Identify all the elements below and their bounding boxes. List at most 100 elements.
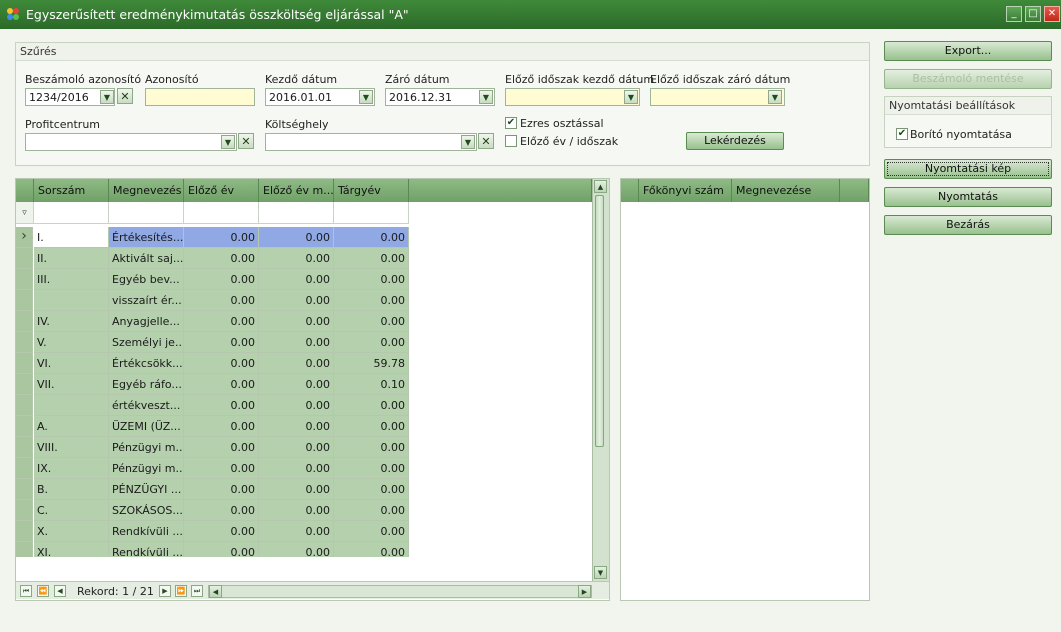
- cell-elozo-ev[interactable]: 0.00: [184, 227, 259, 248]
- row-selector[interactable]: [16, 311, 33, 332]
- chevron-down-icon[interactable]: ▼: [100, 90, 114, 104]
- vertical-scrollbar[interactable]: ▲ ▼: [592, 179, 609, 581]
- cell-elozo-ev[interactable]: 0.00: [184, 332, 259, 353]
- column-header-megnevezes[interactable]: Megnevezés: [109, 179, 184, 202]
- column-header-targyev[interactable]: Tárgyév: [334, 179, 409, 202]
- chevron-down-icon[interactable]: ▼: [461, 135, 475, 149]
- cell-sorszam[interactable]: III.: [34, 269, 109, 290]
- save-report-button[interactable]: Beszámoló mentése: [884, 69, 1052, 89]
- cell-elozo-ev[interactable]: 0.00: [184, 290, 259, 311]
- column-header-sorszam[interactable]: Sorszám: [34, 179, 109, 202]
- koltseghely-select[interactable]: [265, 133, 477, 151]
- cell-elozo-ev-m[interactable]: 0.00: [259, 290, 334, 311]
- cell-megnevezes[interactable]: Egyéb bev...: [109, 269, 184, 290]
- chevron-down-icon[interactable]: ▼: [624, 90, 638, 104]
- filter-cell-sorszam[interactable]: [34, 202, 109, 224]
- profitcentrum-select[interactable]: [25, 133, 237, 151]
- chevron-down-icon[interactable]: ▼: [479, 90, 493, 104]
- cell-targyev[interactable]: 0.00: [334, 227, 409, 248]
- cell-sorszam[interactable]: C.: [34, 500, 109, 521]
- filter-cell-elozo-ev-m[interactable]: [259, 202, 334, 224]
- cell-elozo-ev-m[interactable]: 0.00: [259, 374, 334, 395]
- row-selector[interactable]: [16, 290, 33, 311]
- ezres-checkbox[interactable]: ✔: [505, 117, 517, 129]
- cell-targyev[interactable]: 0.00: [334, 542, 409, 557]
- report-grid[interactable]: Sorszám Megnevezés Előző év Előző év m..…: [15, 178, 610, 601]
- cell-elozo-ev[interactable]: 0.00: [184, 521, 259, 542]
- print-preview-button[interactable]: Nyomtatási kép: [884, 159, 1052, 179]
- scroll-right-icon[interactable]: ▶: [578, 585, 591, 598]
- cell-sorszam[interactable]: VIII.: [34, 437, 109, 458]
- scroll-up-icon[interactable]: ▲: [594, 180, 607, 193]
- elozo-zaro-field[interactable]: [650, 88, 785, 106]
- table-row[interactable]: értékveszt... 0.00 0.00 0.00: [16, 395, 409, 416]
- detail-grid[interactable]: Főkönyvi szám Megnevezése: [620, 178, 870, 601]
- table-row[interactable]: VI. Értékcsökk... 0.00 0.00 59.78: [16, 353, 409, 374]
- cell-targyev[interactable]: 0.00: [334, 311, 409, 332]
- row-selector[interactable]: [16, 479, 33, 500]
- cell-sorszam[interactable]: I.: [34, 227, 109, 248]
- cell-megnevezes[interactable]: Személyi je...: [109, 332, 184, 353]
- column-header-elozo-ev[interactable]: Előző év: [184, 179, 259, 202]
- elozo-kezdo-field[interactable]: [505, 88, 640, 106]
- cell-targyev[interactable]: 0.00: [334, 395, 409, 416]
- cell-elozo-ev-m[interactable]: 0.00: [259, 248, 334, 269]
- clear-icon[interactable]: ✕: [238, 133, 254, 149]
- prev-page-icon[interactable]: ⏪: [37, 585, 49, 597]
- row-selector[interactable]: [16, 353, 33, 374]
- last-record-icon[interactable]: ⏭: [191, 585, 203, 597]
- cell-sorszam[interactable]: V.: [34, 332, 109, 353]
- cell-elozo-ev-m[interactable]: 0.00: [259, 542, 334, 557]
- cell-elozo-ev-m[interactable]: 0.00: [259, 500, 334, 521]
- column-header-elozo-ev-m[interactable]: Előző év m...: [259, 179, 334, 202]
- row-selector[interactable]: [16, 332, 33, 353]
- table-row[interactable]: X. Rendkívüli ... 0.00 0.00 0.00: [16, 521, 409, 542]
- row-selector[interactable]: [16, 458, 33, 479]
- cell-targyev[interactable]: 0.00: [334, 290, 409, 311]
- row-selector[interactable]: [16, 416, 33, 437]
- row-selector[interactable]: ›: [16, 227, 33, 248]
- cell-elozo-ev[interactable]: 0.00: [184, 353, 259, 374]
- scroll-down-icon[interactable]: ▼: [594, 566, 607, 579]
- clear-icon[interactable]: ✕: [478, 133, 494, 149]
- cell-sorszam[interactable]: IV.: [34, 311, 109, 332]
- table-row[interactable]: B. PÉNZÜGYI ... 0.00 0.00 0.00: [16, 479, 409, 500]
- table-row[interactable]: visszaírt ér... 0.00 0.00 0.00: [16, 290, 409, 311]
- cell-elozo-ev[interactable]: 0.00: [184, 458, 259, 479]
- cell-elozo-ev[interactable]: 0.00: [184, 269, 259, 290]
- table-row[interactable]: XI. Rendkívüli ... 0.00 0.00 0.00: [16, 542, 409, 557]
- cell-megnevezes[interactable]: értékveszt...: [109, 395, 184, 416]
- cell-targyev[interactable]: 0.00: [334, 521, 409, 542]
- filter-cell-targyev[interactable]: [334, 202, 409, 224]
- cell-elozo-ev[interactable]: 0.00: [184, 248, 259, 269]
- scroll-left-icon[interactable]: ◀: [209, 585, 222, 598]
- cell-elozo-ev-m[interactable]: 0.00: [259, 332, 334, 353]
- cell-sorszam[interactable]: VI.: [34, 353, 109, 374]
- cell-elozo-ev-m[interactable]: 0.00: [259, 521, 334, 542]
- cell-megnevezes[interactable]: Anyagjelle...: [109, 311, 184, 332]
- cell-elozo-ev-m[interactable]: 0.00: [259, 416, 334, 437]
- table-row[interactable]: IV. Anyagjelle... 0.00 0.00 0.00: [16, 311, 409, 332]
- chevron-down-icon[interactable]: ▼: [768, 90, 782, 104]
- close-window-button[interactable]: ✕: [1044, 6, 1060, 22]
- cell-targyev[interactable]: 0.10: [334, 374, 409, 395]
- next-record-icon[interactable]: ▶: [159, 585, 171, 597]
- cover-print-checkbox[interactable]: ✔: [896, 128, 908, 140]
- minimize-button[interactable]: _: [1006, 6, 1022, 22]
- cell-targyev[interactable]: 0.00: [334, 479, 409, 500]
- close-button[interactable]: Bezárás: [884, 215, 1052, 235]
- first-record-icon[interactable]: ⏮: [20, 585, 32, 597]
- cell-megnevezes[interactable]: PÉNZÜGYI ...: [109, 479, 184, 500]
- row-selector[interactable]: [16, 374, 33, 395]
- cell-targyev[interactable]: 0.00: [334, 437, 409, 458]
- cell-elozo-ev[interactable]: 0.00: [184, 500, 259, 521]
- cell-elozo-ev-m[interactable]: 0.00: [259, 458, 334, 479]
- cell-sorszam[interactable]: X.: [34, 521, 109, 542]
- row-selector[interactable]: [16, 437, 33, 458]
- row-selector[interactable]: [16, 500, 33, 521]
- cell-megnevezes[interactable]: Aktivált saj...: [109, 248, 184, 269]
- cell-targyev[interactable]: 0.00: [334, 458, 409, 479]
- cell-elozo-ev[interactable]: 0.00: [184, 437, 259, 458]
- cell-megnevezes[interactable]: SZOKÁSOS...: [109, 500, 184, 521]
- horizontal-scrollbar[interactable]: ◀ ▶: [208, 585, 592, 598]
